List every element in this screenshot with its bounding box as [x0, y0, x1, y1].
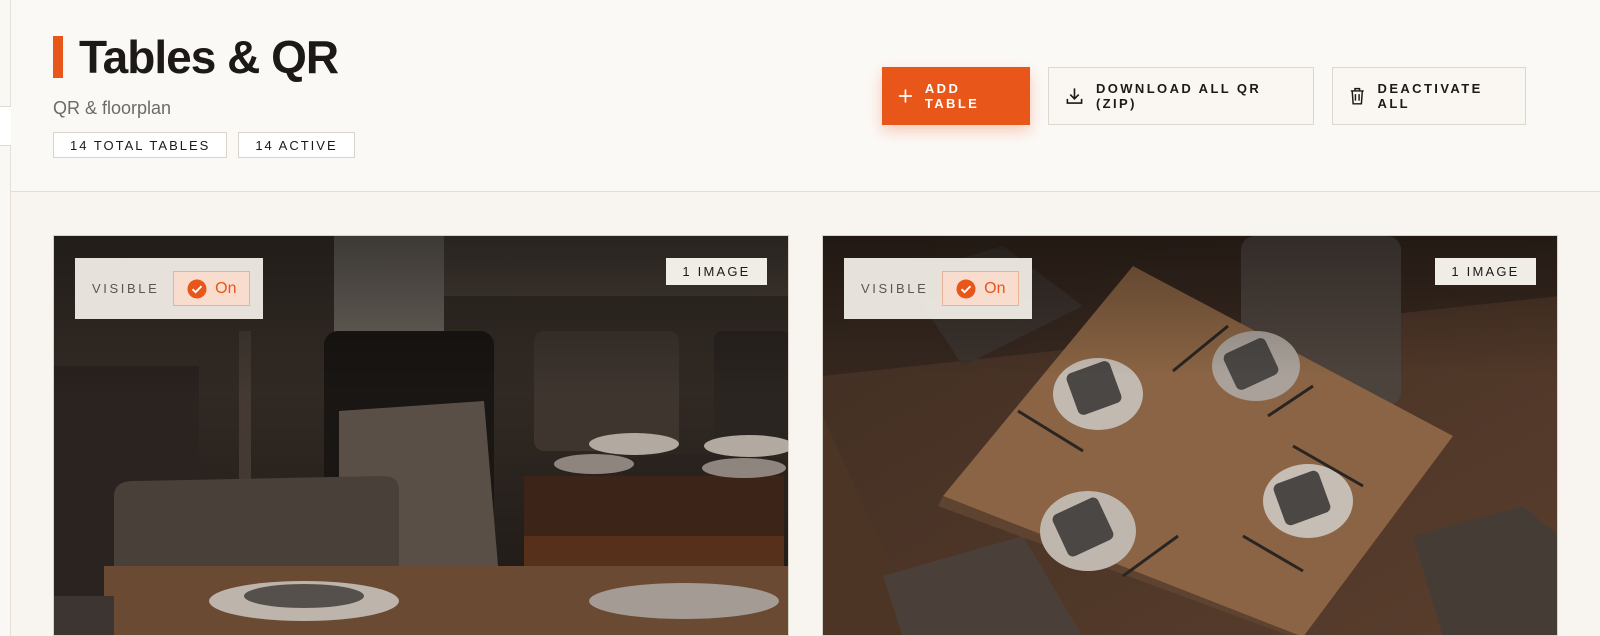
- page-title: Tables & QR: [79, 31, 339, 83]
- total-tables-chip: 14 TOTAL TABLES: [53, 132, 228, 158]
- page-subtitle: QR & floorplan: [53, 98, 172, 118]
- image-count-badge: 1 IMAGE: [666, 258, 767, 285]
- add-table-label: ADD TABLE: [924, 81, 980, 111]
- visibility-control: VISIBLE On: [75, 258, 263, 319]
- toggle-label: On: [984, 279, 1006, 297]
- check-circle-icon: [187, 279, 207, 298]
- table-card[interactable]: VISIBLE On 1 IMAGE: [53, 235, 789, 636]
- image-count-badge: 1 IMAGE: [1435, 258, 1536, 285]
- trash-icon: [1350, 87, 1364, 105]
- visible-label: VISIBLE: [861, 281, 929, 296]
- toggle-label: On: [215, 279, 237, 297]
- stats-chips: 14 TOTAL TABLES 14 ACTIVE: [53, 132, 355, 158]
- active-tables-chip: 14 ACTIVE: [238, 132, 355, 158]
- download-all-qr-label: DOWNLOAD ALL QR (ZIP): [1095, 81, 1262, 111]
- header-actions: ADD TABLE DOWNLOAD ALL QR (ZIP) DEACTIVA…: [882, 67, 1526, 125]
- download-all-qr-button[interactable]: DOWNLOAD ALL QR (ZIP): [1048, 67, 1314, 125]
- visibility-control: VISIBLE On: [844, 258, 1032, 319]
- visibility-toggle[interactable]: On: [173, 271, 251, 306]
- add-table-button[interactable]: ADD TABLE: [882, 67, 1030, 125]
- check-circle-icon: [956, 279, 976, 298]
- plus-icon: [898, 89, 912, 103]
- title-accent-bar: [53, 36, 63, 78]
- title-row: Tables & QR: [53, 31, 339, 83]
- deactivate-all-label: DEACTIVATE ALL: [1377, 81, 1483, 111]
- page-header: Tables & QR QR & floorplan 14 TOTAL TABL…: [11, 0, 1600, 192]
- download-icon: [1066, 88, 1083, 104]
- sidebar-rail: [0, 0, 11, 636]
- visible-label: VISIBLE: [92, 281, 160, 296]
- visibility-toggle[interactable]: On: [942, 271, 1020, 306]
- deactivate-all-button[interactable]: DEACTIVATE ALL: [1332, 67, 1526, 125]
- table-card[interactable]: VISIBLE On 1 IMAGE: [822, 235, 1558, 636]
